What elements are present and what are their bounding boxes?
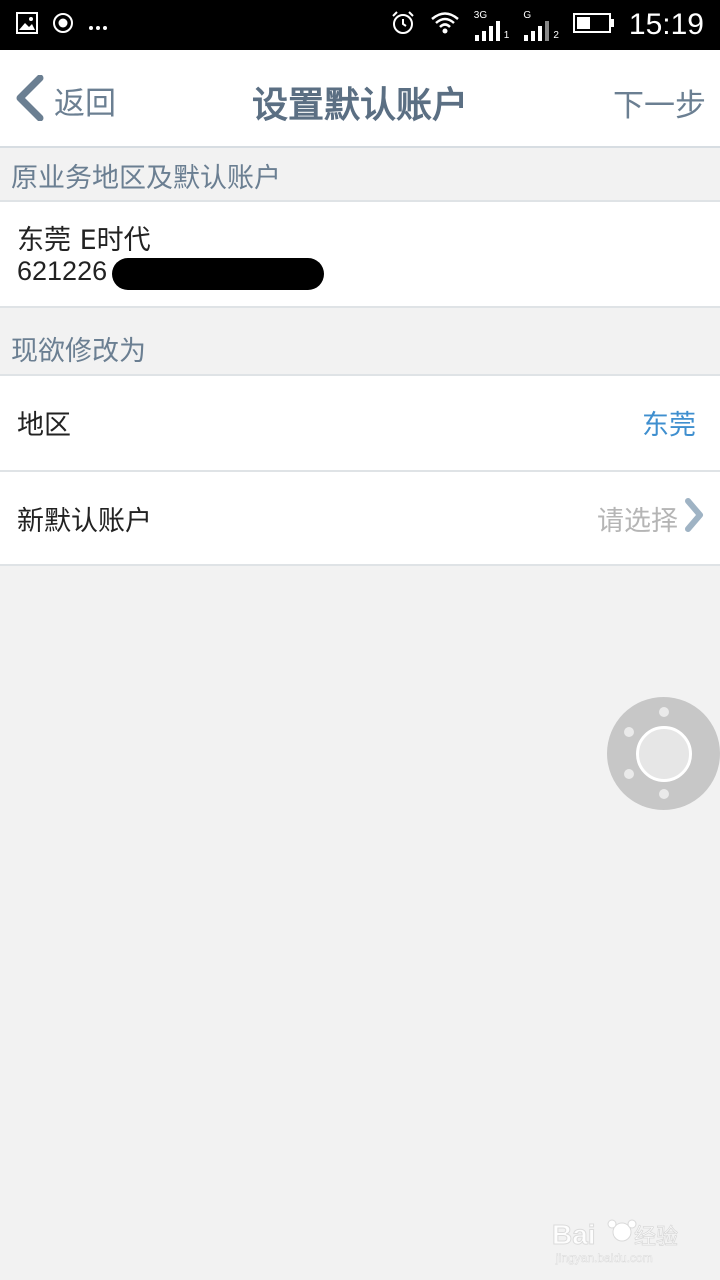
- baidu-watermark-logo: Bai 经验 jingyan.baidu.com: [550, 1210, 710, 1270]
- assist-dot: [624, 769, 634, 779]
- chevron-right-icon: [684, 498, 704, 539]
- svg-text:jingyan.baidu.com: jingyan.baidu.com: [555, 1251, 653, 1265]
- svg-text:经验: 经验: [634, 1225, 678, 1250]
- signal-icon-2: G 2: [523, 10, 559, 41]
- floating-assist-button[interactable]: [607, 697, 720, 810]
- region-label: 地区: [17, 410, 71, 441]
- status-bar-left: [16, 12, 108, 38]
- record-icon: [52, 12, 74, 38]
- sim-1-label: 1: [503, 29, 510, 41]
- modify-card: 地区 东莞 新默认账户 请选择: [0, 374, 720, 566]
- alarm-icon: [390, 10, 416, 40]
- region-value: 东莞: [642, 410, 696, 441]
- redaction-mark: [112, 258, 324, 290]
- original-account-card: 东莞 E时代 621226: [0, 200, 720, 308]
- app-header: 返回 设置默认账户 下一步: [0, 50, 720, 148]
- signal-icon: 3G 1: [473, 9, 510, 41]
- image-icon: [16, 12, 38, 38]
- assist-center-icon: [636, 726, 692, 782]
- assist-dot: [659, 789, 669, 799]
- modify-section-title: 现欲修改为: [0, 322, 720, 374]
- region-row[interactable]: 地区 东莞: [0, 376, 720, 469]
- assist-dot: [659, 707, 669, 717]
- status-bar: 3G 1 G 2 15:19: [0, 0, 720, 50]
- next-step-button[interactable]: 下一步: [613, 80, 706, 125]
- new-account-label: 新默认账户: [17, 506, 152, 537]
- more-icon: [88, 16, 108, 35]
- new-account-placeholder: 请选择: [597, 506, 678, 537]
- original-section-title: 原业务地区及默认账户: [0, 150, 720, 200]
- clock: 15:19: [628, 8, 704, 41]
- new-account-select[interactable]: 请选择: [597, 498, 704, 539]
- original-account-number: 621226: [17, 256, 108, 286]
- original-account-name: 东莞 E时代: [17, 225, 151, 256]
- new-account-row[interactable]: 新默认账户 请选择: [0, 472, 720, 565]
- battery-icon: [572, 12, 615, 38]
- assist-dot: [624, 727, 634, 737]
- wifi-icon: [430, 11, 460, 39]
- network-type-1: 3G: [473, 9, 488, 21]
- sim-2-label: 2: [553, 29, 559, 41]
- svg-text:Bai: Bai: [552, 1219, 596, 1250]
- status-bar-right: 3G 1 G 2 15:19: [390, 8, 704, 42]
- page-title: 设置默认账户: [251, 85, 468, 126]
- network-type-2: G: [523, 9, 532, 21]
